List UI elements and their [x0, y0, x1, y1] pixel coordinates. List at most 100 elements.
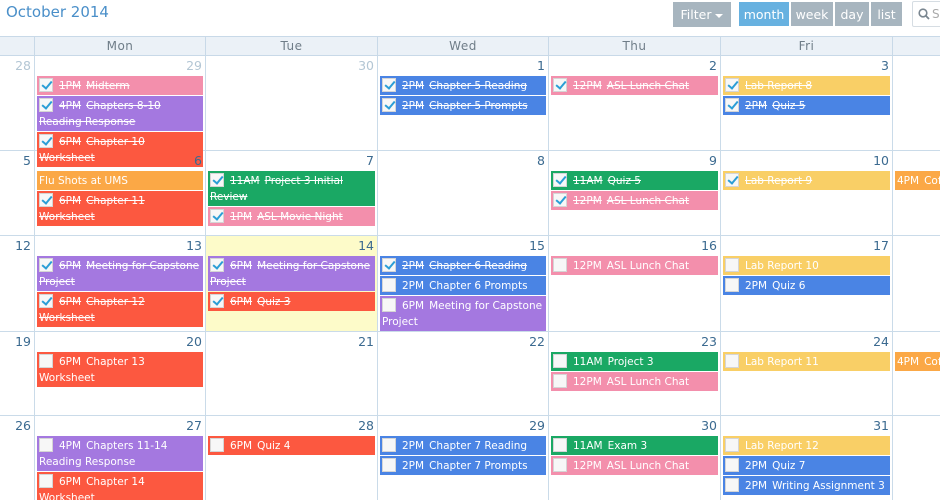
- day-number[interactable]: 12: [15, 238, 31, 253]
- calendar-event[interactable]: 1PM ASL Movie Night: [208, 207, 375, 226]
- calendar-event[interactable]: Lab Report 9: [723, 171, 890, 190]
- day-number[interactable]: 31: [873, 418, 889, 433]
- day-cell[interactable]: 21: [206, 332, 378, 416]
- checked-checkbox[interactable]: [39, 98, 53, 112]
- calendar-event[interactable]: Lab Report 12: [723, 436, 890, 455]
- view-week-button[interactable]: week: [791, 2, 833, 26]
- calendar-event[interactable]: 6PM Chapter 11 Worksheet: [37, 191, 203, 226]
- day-number[interactable]: 7: [366, 153, 374, 168]
- calendar-event[interactable]: 6PM Meeting for Capstone Project: [208, 256, 375, 291]
- calendar-event[interactable]: 4PM Cof: [895, 171, 940, 190]
- unchecked-checkbox[interactable]: [553, 374, 567, 388]
- day-cell[interactable]: 30: [206, 56, 378, 151]
- calendar-event[interactable]: 2PM Quiz 5: [723, 96, 890, 115]
- checked-checkbox[interactable]: [39, 294, 53, 308]
- checked-checkbox[interactable]: [553, 173, 567, 187]
- day-cell[interactable]: 27 4PM Chapters 11-14 Reading Response 6PM C…: [35, 416, 206, 500]
- checked-checkbox[interactable]: [210, 258, 224, 272]
- day-number[interactable]: 22: [529, 334, 545, 349]
- day-number[interactable]: 15: [529, 238, 545, 253]
- day-number[interactable]: 30: [701, 418, 717, 433]
- calendar-event[interactable]: 6PM Quiz 4: [208, 436, 375, 455]
- checked-checkbox[interactable]: [39, 78, 53, 92]
- calendar-event[interactable]: 6PM Chapter 14 Worksheet: [37, 472, 203, 500]
- checked-checkbox[interactable]: [553, 78, 567, 92]
- unchecked-checkbox[interactable]: [553, 458, 567, 472]
- day-cell[interactable]: 12: [0, 236, 35, 332]
- day-cell[interactable]: 2 12PM ASL Lunch Chat: [549, 56, 721, 151]
- checked-checkbox[interactable]: [39, 258, 53, 272]
- day-cell[interactable]: 4PM Cof: [893, 332, 940, 416]
- unchecked-checkbox[interactable]: [382, 458, 396, 472]
- checked-checkbox[interactable]: [39, 134, 53, 148]
- filter-button[interactable]: Filter: [673, 2, 731, 27]
- day-cell[interactable]: 28 6PM Quiz 4: [206, 416, 378, 500]
- day-cell[interactable]: 19: [0, 332, 35, 416]
- day-cell[interactable]: 6 Flu Shots at UMS 6PM Chapter 11 Worksheet: [35, 151, 206, 236]
- unchecked-checkbox[interactable]: [553, 438, 567, 452]
- calendar-event[interactable]: 12PM ASL Lunch Chat: [551, 191, 718, 210]
- day-cell[interactable]: 1 2PM Chapter 5 Reading 2PM Chapter 5 Prompt…: [378, 56, 549, 151]
- view-day-button[interactable]: day: [835, 2, 869, 26]
- unchecked-checkbox[interactable]: [382, 298, 396, 312]
- day-cell[interactable]: 23 11AM Project 3 12PM ASL Lunch Chat: [549, 332, 721, 416]
- day-number[interactable]: 27: [186, 418, 202, 433]
- checked-checkbox[interactable]: [382, 258, 396, 272]
- search-input[interactable]: S: [912, 1, 940, 27]
- day-cell[interactable]: 31 Lab Report 12 2PM Quiz 7 2PM Writing Assig…: [721, 416, 893, 500]
- calendar-event[interactable]: 2PM Chapter 7 Prompts: [380, 456, 546, 475]
- calendar-event[interactable]: 11AM Project 3: [551, 352, 718, 371]
- calendar-event[interactable]: 12PM ASL Lunch Chat: [551, 372, 718, 391]
- checked-checkbox[interactable]: [382, 98, 396, 112]
- day-number[interactable]: 14: [358, 238, 374, 253]
- day-cell[interactable]: 22: [378, 332, 549, 416]
- unchecked-checkbox[interactable]: [725, 354, 739, 368]
- day-number[interactable]: 19: [15, 334, 31, 349]
- day-cell[interactable]: 3 Lab Report 8 2PM Quiz 5: [721, 56, 893, 151]
- checked-checkbox[interactable]: [210, 173, 224, 187]
- unchecked-checkbox[interactable]: [553, 258, 567, 272]
- checked-checkbox[interactable]: [210, 209, 224, 223]
- day-number[interactable]: 21: [358, 334, 374, 349]
- day-number[interactable]: 10: [873, 153, 889, 168]
- day-number[interactable]: 20: [186, 334, 202, 349]
- day-cell[interactable]: 29 2PM Chapter 7 Reading 2PM Chapter 7 Promp…: [378, 416, 549, 500]
- unchecked-checkbox[interactable]: [39, 354, 53, 368]
- day-cell[interactable]: [893, 56, 940, 151]
- day-number[interactable]: 9: [709, 153, 717, 168]
- day-number[interactable]: 29: [186, 58, 202, 73]
- calendar-event[interactable]: 4PM Cof: [895, 352, 940, 371]
- calendar-event[interactable]: 4PM Chapters 8-10 Reading Response: [37, 96, 203, 131]
- checked-checkbox[interactable]: [210, 294, 224, 308]
- day-cell[interactable]: 7 11AM Project 3 Initial Review 1PM ASL Movi…: [206, 151, 378, 236]
- day-number[interactable]: 29: [529, 418, 545, 433]
- calendar-event[interactable]: 6PM Chapter 12 Worksheet: [37, 292, 203, 327]
- day-number[interactable]: 8: [537, 153, 545, 168]
- day-number[interactable]: 6: [194, 153, 202, 168]
- view-month-button[interactable]: month: [739, 2, 789, 26]
- day-number[interactable]: 30: [358, 58, 374, 73]
- calendar-event[interactable]: 6PM Meeting for Capstone Project: [380, 296, 546, 331]
- calendar-event[interactable]: 2PM Chapter 6 Prompts: [380, 276, 546, 295]
- day-number[interactable]: 5: [23, 153, 31, 168]
- unchecked-checkbox[interactable]: [382, 278, 396, 292]
- day-cell[interactable]: 5: [0, 151, 35, 236]
- calendar-event[interactable]: Lab Report 8: [723, 76, 890, 95]
- day-number[interactable]: 3: [881, 58, 889, 73]
- day-number[interactable]: 13: [186, 238, 202, 253]
- calendar-event[interactable]: 12PM ASL Lunch Chat: [551, 456, 718, 475]
- calendar-event[interactable]: Lab Report 11: [723, 352, 890, 371]
- day-number[interactable]: 16: [701, 238, 717, 253]
- calendar-event[interactable]: 2PM Quiz 7: [723, 456, 890, 475]
- day-cell[interactable]: 13 6PM Meeting for Capstone Project 6PM Chap…: [35, 236, 206, 332]
- day-cell[interactable]: 24 Lab Report 11: [721, 332, 893, 416]
- day-number[interactable]: 24: [873, 334, 889, 349]
- calendar-event[interactable]: 2PM Quiz 6: [723, 276, 890, 295]
- day-number[interactable]: 28: [358, 418, 374, 433]
- checked-checkbox[interactable]: [725, 173, 739, 187]
- day-cell[interactable]: [893, 416, 940, 500]
- day-number[interactable]: 28: [15, 58, 31, 73]
- unchecked-checkbox[interactable]: [725, 278, 739, 292]
- checked-checkbox[interactable]: [725, 78, 739, 92]
- calendar-event[interactable]: 2PM Chapter 5 Reading: [380, 76, 546, 95]
